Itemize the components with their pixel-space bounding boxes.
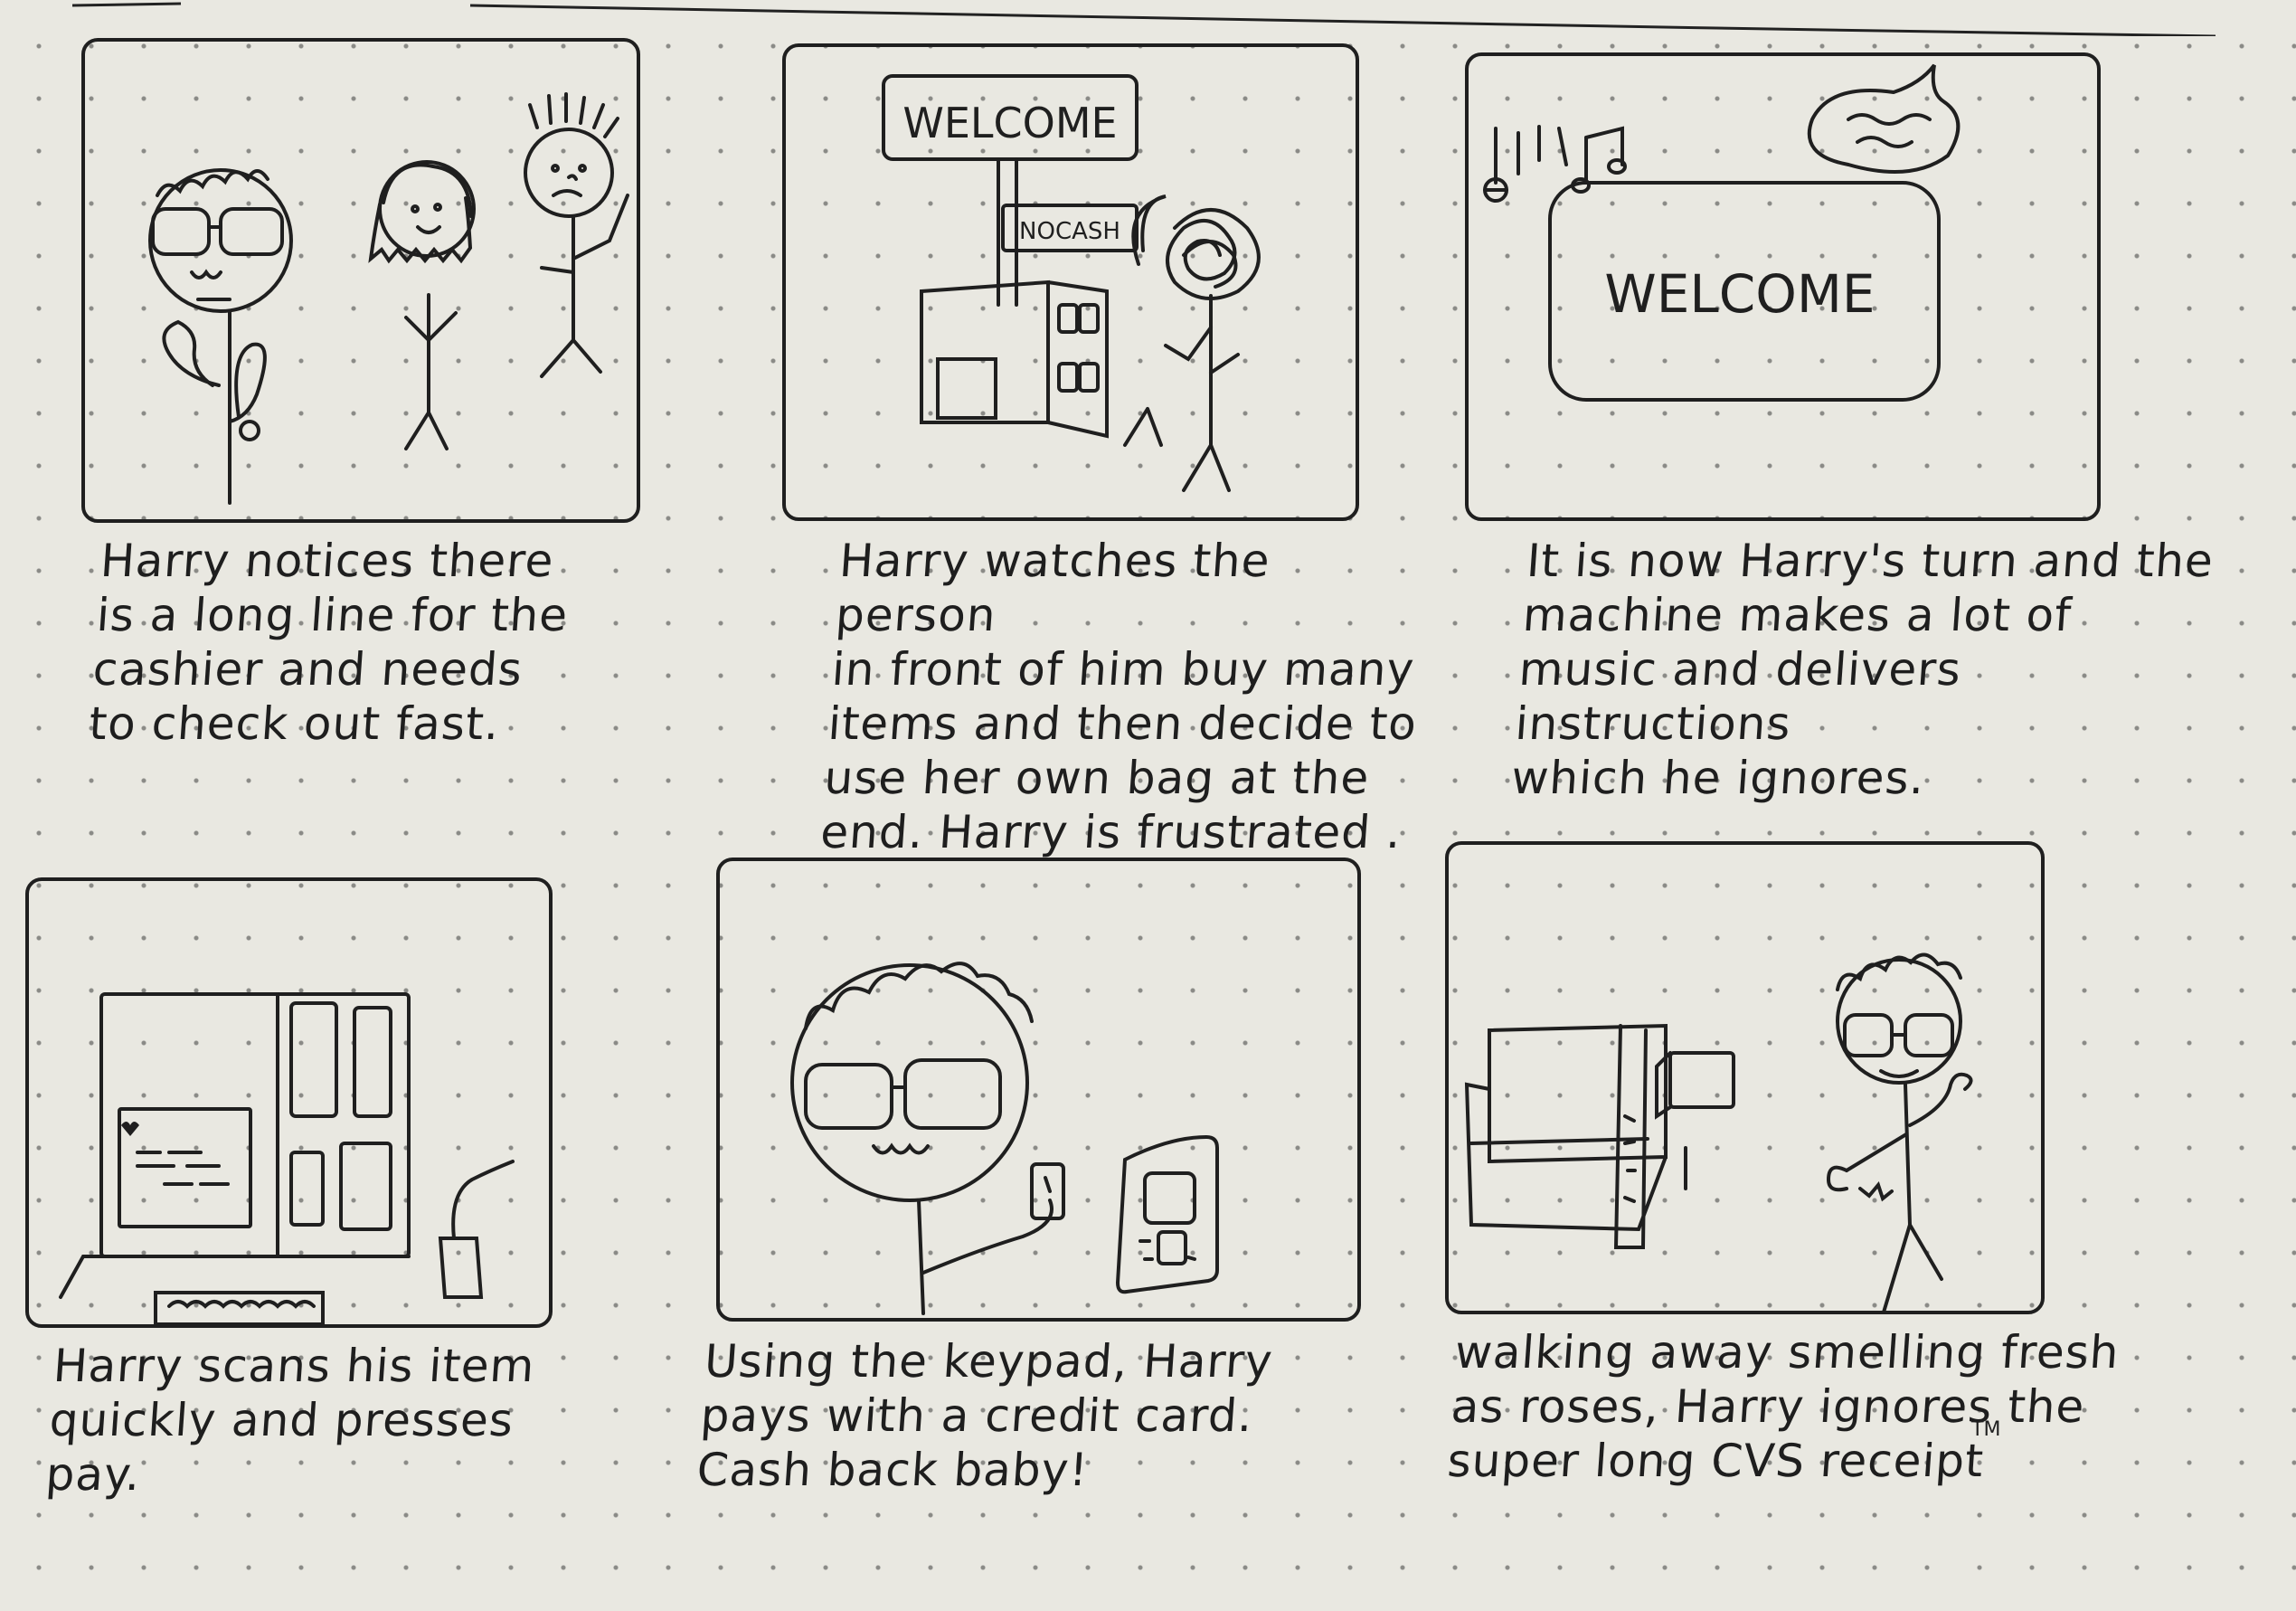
panel-3-caption: It is now Harry's turn and the machine m… [1509,535,2216,804]
receipt-list-icon [118,1107,252,1228]
panel-3-drawing: WELCOME [1483,63,1961,402]
panel-6 [1445,841,2045,1314]
panel-5-caption: Using the keypad, Harry pays with a cred… [694,1335,1275,1496]
panel-4-caption: Harry scans his item quickly and presses… [43,1340,537,1501]
panel-3: WELCOME [1465,52,2101,521]
panel-6-caption: walking away smelling fresh as roses, Ha… [1445,1326,2121,1487]
screen-welcome-text: WELCOME [1604,263,1875,325]
hand-icon [438,1160,515,1299]
panel-2-caption: Harry watches the person in front of him… [818,535,1419,858]
speech-bubble-icon [1807,63,1961,174]
panel-1-caption: Harry notices there is a long line for t… [87,535,571,750]
credit-card-icon [1030,1162,1065,1220]
panel-2-drawing: WELCOME NOCASH [882,74,1261,492]
welcome-sign-text: WELCOME [902,99,1117,147]
panel-5-drawing [790,962,1219,1315]
panel-4 [25,877,553,1328]
panel-5 [716,858,1361,1322]
frowning-man-stick-figure-icon [524,92,629,378]
long-receipt-icon [1613,1024,1687,1249]
top-rule-line [72,2,2216,36]
woman-stick-figure-icon [368,160,476,450]
panel-4-drawing [59,992,515,1324]
keypad-icon [1115,1134,1219,1294]
kiosk-screen-icon [99,992,411,1258]
harry-walking-icon [1826,952,1973,1311]
shopper-stick-figure-icon [1123,194,1261,492]
music-notes-icon [1483,125,1627,203]
heart-icon [121,1122,139,1136]
trademark-mark: TM [1971,1418,2001,1441]
self-checkout-kiosk-icon [920,280,1109,439]
scanner-icon [154,1291,325,1324]
panel-6-drawing [1464,952,1973,1311]
panel-2: WELCOME NOCASH [782,43,1359,521]
nocash-sign-text: NOCASH [1019,218,1120,245]
panel-1-drawing [148,92,629,505]
harry-face-icon [790,962,1054,1315]
harry-stick-figure-icon [148,168,293,505]
panel-1 [81,38,640,523]
printer-icon [1464,1023,1735,1232]
